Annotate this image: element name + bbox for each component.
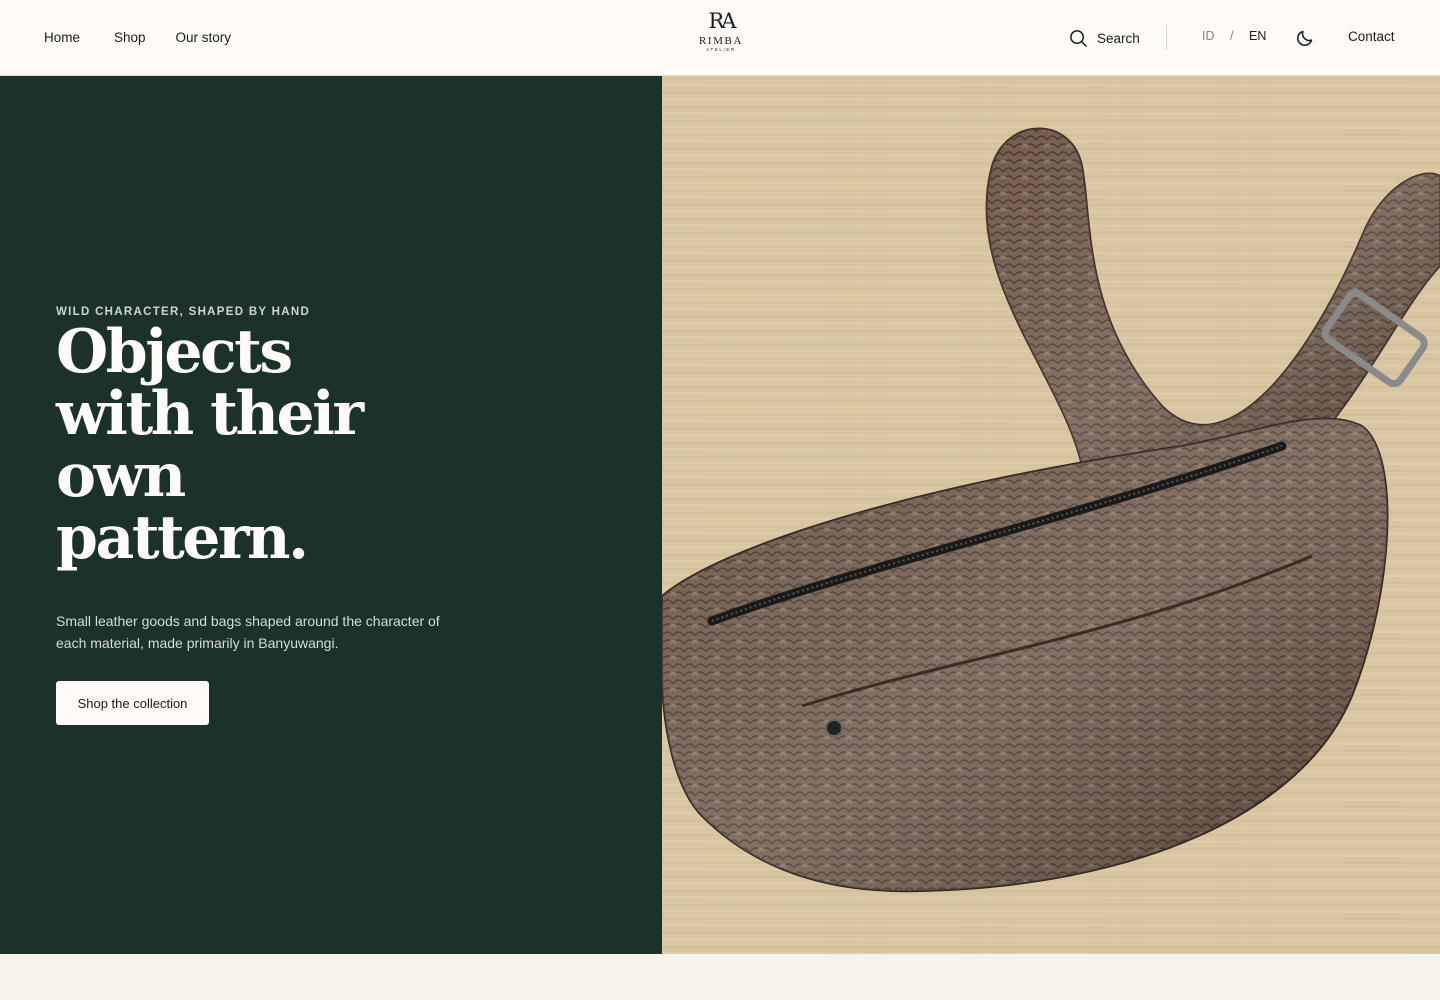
headline-line: Objects xyxy=(56,317,293,387)
theme-toggle-button[interactable] xyxy=(1295,28,1315,48)
nav-home[interactable]: Home xyxy=(44,30,80,45)
logo-monogram: RA xyxy=(708,9,737,33)
brand-logo[interactable]: RA RIMBA ATELIER xyxy=(696,10,746,58)
headline-line: with their xyxy=(56,379,364,449)
hero-headline: Objects with their own pattern. xyxy=(56,321,496,569)
nav-shop[interactable]: Shop xyxy=(114,30,146,45)
site-header: Home Shop Our story RA RIMBA ATELIER Sea… xyxy=(0,0,1440,76)
shop-collection-button[interactable]: Shop the collection xyxy=(56,681,209,725)
headline-line: own xyxy=(56,441,186,511)
logo-subtitle: ATELIER xyxy=(706,47,736,52)
primary-nav: Home Shop Our story xyxy=(44,0,231,75)
hero-product-image xyxy=(662,76,1440,954)
lang-id-option[interactable]: ID xyxy=(1202,29,1215,43)
lang-separator: / xyxy=(1230,29,1234,43)
belt-bag-illustration xyxy=(662,76,1440,954)
next-section xyxy=(0,954,1440,1000)
moon-icon xyxy=(1297,30,1313,46)
logo-wordmark: RIMBA xyxy=(698,35,744,47)
hero-panel: WILD CHARACTER, SHAPED BY HAND Objects w… xyxy=(0,76,662,954)
search-label: Search xyxy=(1097,30,1140,46)
headline-line: pattern. xyxy=(56,503,309,573)
nav-our-story[interactable]: Our story xyxy=(176,30,232,45)
hero-subcopy: Small leather goods and bags shaped arou… xyxy=(56,613,440,651)
header-divider xyxy=(1166,25,1167,50)
search-button[interactable]: Search xyxy=(1069,26,1140,50)
search-icon xyxy=(1070,29,1087,47)
contact-link[interactable]: Contact xyxy=(1348,29,1395,44)
lang-en-option[interactable]: EN xyxy=(1249,29,1266,43)
